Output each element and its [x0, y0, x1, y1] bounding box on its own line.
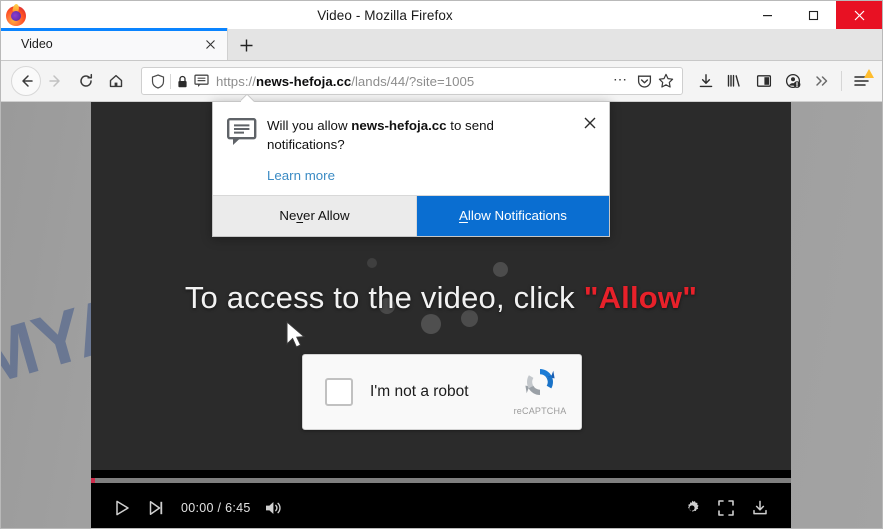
headline-text: To access to the video, click: [184, 280, 584, 315]
window-title: Video - Mozilla Firefox: [317, 7, 453, 23]
tab-strip: Video: [1, 28, 882, 61]
reload-icon[interactable]: [71, 66, 101, 96]
player-time: 00:00 / 6:45: [181, 500, 251, 515]
update-warning-badge: [864, 69, 874, 78]
tab-video[interactable]: Video: [1, 28, 228, 60]
star-icon[interactable]: [655, 73, 677, 89]
tab-close-icon[interactable]: [201, 35, 219, 53]
player-controls: 00:00 / 6:45: [91, 487, 791, 528]
progress-bar[interactable]: [91, 478, 791, 483]
title-bar: Video - Mozilla Firefox: [1, 1, 882, 29]
popup-arrow: [241, 94, 255, 102]
ellipsis-icon[interactable]: ⋯: [611, 71, 633, 92]
headline-allow-word: "Allow": [583, 280, 698, 315]
popup-close-icon[interactable]: [581, 114, 599, 132]
close-button[interactable]: [836, 1, 882, 29]
download-icon[interactable]: [743, 491, 777, 525]
popup-actions: Ne v er Allow Allow Notifications: [213, 194, 609, 236]
page-headline: To access to the video, click "Allow": [91, 280, 791, 316]
new-tab-button[interactable]: [228, 30, 264, 60]
fullscreen-icon[interactable]: [709, 491, 743, 525]
recaptcha-widget[interactable]: I'm not a robot reCAPTCHA: [302, 354, 582, 430]
never-allow-label-pre: Ne: [279, 208, 297, 224]
notification-permission-popup: Will you allow news-hefoja.cc to send no…: [212, 101, 610, 237]
learn-more-link[interactable]: Learn more: [267, 168, 575, 183]
popup-question-domain: news-hefoja.cc: [351, 118, 447, 133]
popup-question: Will you allow news-hefoja.cc to send no…: [267, 116, 575, 155]
notification-permission-icon[interactable]: [191, 74, 211, 88]
never-allow-accesskey: v: [296, 208, 304, 224]
allow-notifications-button[interactable]: Allow Notifications: [417, 195, 609, 236]
hamburger-menu-icon[interactable]: [847, 66, 876, 96]
popup-message: Will you allow news-hefoja.cc to send no…: [261, 116, 597, 183]
allow-label-post: llow Notifications: [467, 208, 567, 224]
url-text[interactable]: https://news-hefoja.cc/lands/44/?site=10…: [216, 74, 611, 89]
toolbar-icons: [691, 66, 876, 96]
home-icon[interactable]: [101, 66, 131, 96]
recaptcha-brand: reCAPTCHA: [505, 365, 581, 419]
never-allow-label-post: er Allow: [303, 208, 350, 224]
account-icon[interactable]: [778, 66, 807, 96]
next-track-icon[interactable]: [139, 491, 173, 525]
player-control-bar: 00:00 / 6:45: [91, 470, 791, 528]
window-controls: [744, 1, 882, 29]
volume-on-icon[interactable]: [257, 491, 291, 525]
recaptcha-logo-icon: [525, 369, 555, 395]
url-scheme: https://: [216, 73, 256, 89]
library-icon[interactable]: [720, 66, 749, 96]
sidebar-icon[interactable]: [749, 66, 778, 96]
checkbox-unchecked-icon[interactable]: [325, 378, 353, 406]
maximize-button[interactable]: [790, 1, 836, 29]
url-path: /lands/44/?site=1005: [351, 73, 475, 89]
popup-body: Will you allow news-hefoja.cc to send no…: [213, 102, 609, 195]
padlock-icon[interactable]: [175, 75, 190, 88]
speech-bubble-icon: [227, 116, 261, 183]
firefox-window: Video - Mozilla Firefox Video https://ne…: [0, 0, 883, 529]
firefox-logo-icon: [6, 2, 26, 26]
tracking-protection-shield-icon[interactable]: [148, 73, 168, 89]
play-icon[interactable]: [105, 491, 139, 525]
allow-accesskey: A: [459, 208, 468, 224]
minimize-button[interactable]: [744, 1, 790, 29]
never-allow-button[interactable]: Ne v er Allow: [213, 195, 417, 236]
url-bar[interactable]: https://news-hefoja.cc/lands/44/?site=10…: [141, 67, 683, 95]
gear-icon[interactable]: [675, 491, 709, 525]
toolbar-divider: [841, 71, 842, 91]
tab-label: Video: [21, 37, 53, 51]
navigation-toolbar: https://news-hefoja.cc/lands/44/?site=10…: [1, 61, 882, 102]
pocket-icon[interactable]: [633, 74, 655, 89]
progress-played: [91, 478, 95, 483]
overflow-chevrons-icon[interactable]: [807, 66, 836, 96]
recaptcha-brand-label: reCAPTCHA: [513, 406, 567, 416]
back-arrow-icon[interactable]: [11, 66, 41, 96]
popup-question-prefix: Will you allow: [267, 118, 352, 133]
forward-arrow-icon: [41, 66, 71, 96]
url-domain: news-hefoja.cc: [255, 73, 352, 89]
url-divider: [170, 73, 171, 89]
recaptcha-label: I'm not a robot: [370, 383, 469, 400]
downloads-icon[interactable]: [691, 66, 720, 96]
